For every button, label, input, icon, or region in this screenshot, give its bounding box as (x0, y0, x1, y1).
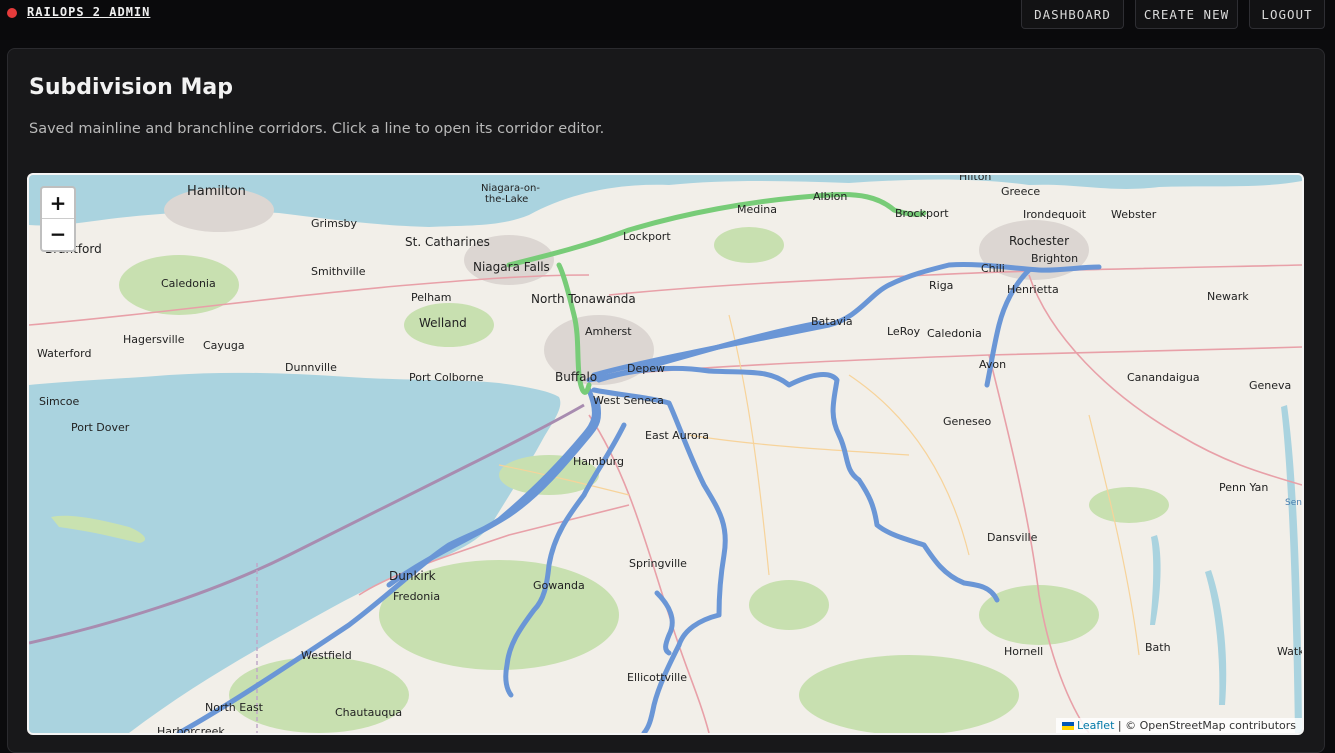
svg-text:Harborcreek: Harborcreek (157, 725, 225, 733)
svg-text:Penn Yan: Penn Yan (1219, 481, 1268, 494)
svg-text:Dunkirk: Dunkirk (389, 569, 436, 583)
svg-text:Cayuga: Cayuga (203, 339, 245, 352)
svg-text:Dansville: Dansville (987, 531, 1038, 544)
svg-text:Buffalo: Buffalo (555, 370, 597, 384)
ukraine-flag-icon (1061, 722, 1074, 730)
svg-text:Smithville: Smithville (311, 265, 366, 278)
svg-text:Hilton: Hilton (959, 175, 991, 183)
svg-text:Riga: Riga (929, 279, 953, 292)
top-navigation-bar: RAILOPS 2 ADMIN DASHBOARD CREATE NEW LOG… (0, 0, 1335, 40)
svg-text:Port Dover: Port Dover (71, 421, 130, 434)
svg-text:Avon: Avon (979, 358, 1006, 371)
svg-text:East Aurora: East Aurora (645, 429, 709, 442)
attribution-separator: | © (1114, 719, 1140, 732)
svg-text:Springville: Springville (629, 557, 687, 570)
osm-attribution[interactable]: OpenStreetMap contributors (1140, 719, 1296, 732)
page-title: Subdivision Map (29, 75, 233, 100)
page-subtitle: Saved mainline and branchline corridors.… (29, 121, 605, 137)
svg-text:West Seneca: West Seneca (593, 394, 664, 407)
svg-text:Lockport: Lockport (623, 230, 671, 243)
svg-text:Fredonia: Fredonia (393, 590, 440, 603)
svg-text:the-Lake: the-Lake (485, 194, 528, 205)
create-new-button[interactable]: CREATE NEW (1135, 0, 1238, 29)
map-attribution: Leaflet | © OpenStreetMap contributors (1055, 718, 1302, 733)
svg-text:Brockport: Brockport (895, 207, 949, 220)
svg-text:Hornell: Hornell (1004, 645, 1043, 658)
svg-text:Caledonia: Caledonia (161, 277, 216, 290)
svg-text:Bath: Bath (1145, 641, 1171, 654)
logout-button[interactable]: LOGOUT (1249, 0, 1325, 29)
svg-text:Brighton: Brighton (1031, 252, 1078, 265)
svg-text:Medina: Medina (737, 203, 777, 216)
svg-text:Port Colborne: Port Colborne (409, 371, 484, 384)
svg-text:Greece: Greece (1001, 185, 1040, 198)
svg-text:Niagara Falls: Niagara Falls (473, 260, 550, 274)
svg-text:Webster: Webster (1111, 208, 1157, 221)
status-dot-icon (7, 8, 17, 18)
svg-text:Westfield: Westfield (301, 649, 352, 662)
zoom-in-button[interactable]: + (42, 188, 74, 219)
svg-text:Sen: Sen (1285, 498, 1302, 508)
svg-text:Henrietta: Henrietta (1007, 283, 1059, 296)
map-tiles[interactable]: Hamilton Brantford Grimsby St. Catharine… (29, 175, 1302, 733)
svg-text:Waterford: Waterford (37, 347, 91, 360)
zoom-out-button[interactable]: − (42, 219, 74, 249)
svg-text:Niagara-on-: Niagara-on- (481, 183, 540, 194)
svg-text:Geneva: Geneva (1249, 379, 1291, 392)
svg-text:Geneseo: Geneseo (943, 415, 992, 428)
svg-text:Welland: Welland (419, 316, 467, 330)
svg-text:Albion: Albion (813, 190, 847, 203)
svg-text:Dunnville: Dunnville (285, 361, 337, 374)
svg-text:Simcoe: Simcoe (39, 395, 80, 408)
svg-text:Batavia: Batavia (811, 315, 853, 328)
leaflet-link[interactable]: Leaflet (1077, 719, 1114, 732)
svg-text:Grimsby: Grimsby (311, 217, 358, 230)
svg-text:Chili: Chili (981, 262, 1005, 275)
svg-text:Gowanda: Gowanda (533, 579, 585, 592)
svg-text:North East: North East (205, 701, 264, 714)
svg-text:Caledonia: Caledonia (927, 327, 982, 340)
svg-text:Chautauqua: Chautauqua (335, 706, 402, 719)
svg-text:Ellicottville: Ellicottville (627, 671, 687, 684)
svg-text:LeRoy: LeRoy (887, 325, 921, 338)
svg-text:Hamburg: Hamburg (573, 455, 624, 468)
svg-text:Amherst: Amherst (585, 325, 632, 338)
svg-text:Watk: Watk (1277, 645, 1302, 658)
svg-text:Hagersville: Hagersville (123, 333, 185, 346)
dashboard-button[interactable]: DASHBOARD (1021, 0, 1124, 29)
svg-text:Hamilton: Hamilton (187, 184, 246, 199)
svg-text:Irondequoit: Irondequoit (1023, 208, 1087, 221)
svg-text:Pelham: Pelham (411, 291, 452, 304)
svg-text:Rochester: Rochester (1009, 234, 1069, 248)
svg-text:St. Catharines: St. Catharines (405, 235, 490, 249)
svg-text:North Tonawanda: North Tonawanda (531, 292, 636, 306)
brand-link[interactable]: RAILOPS 2 ADMIN (27, 5, 150, 19)
svg-text:Depew: Depew (627, 362, 665, 375)
svg-text:Newark: Newark (1207, 290, 1249, 303)
zoom-control: + − (40, 186, 76, 252)
subdivision-map[interactable]: Hamilton Brantford Grimsby St. Catharine… (27, 173, 1304, 735)
svg-text:Canandaigua: Canandaigua (1127, 371, 1200, 384)
